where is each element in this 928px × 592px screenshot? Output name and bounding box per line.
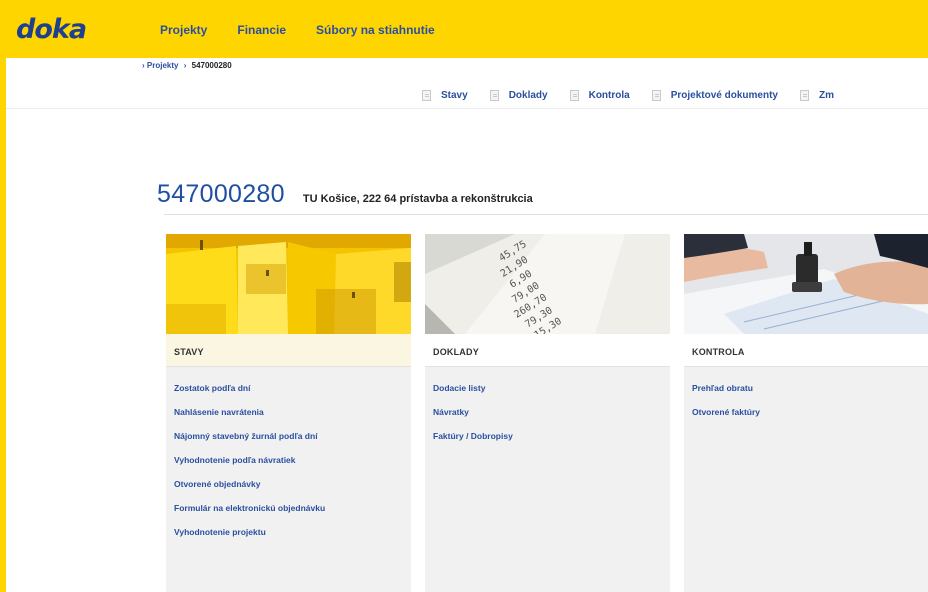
subnav-divider — [6, 108, 928, 109]
card-doklady: 45,75 21,90 6,90 79,00 260,70 79,30 15,3… — [425, 234, 670, 592]
subnav-kontrola[interactable]: Kontrola — [569, 90, 630, 101]
nav-projekty[interactable]: Projekty — [160, 23, 207, 37]
link-vyhodnotenie-projektu[interactable]: Vyhodnotenie projektu — [174, 527, 266, 537]
list-item: Zostatok podľa dní — [174, 378, 325, 402]
document-icon — [422, 90, 431, 101]
yellow-formwork-image — [166, 234, 411, 334]
breadcrumb-arrow-icon: › — [142, 61, 145, 70]
kontrola-image — [684, 234, 928, 334]
receipt-image: 45,75 21,90 6,90 79,00 260,70 79,30 15,3… — [425, 234, 670, 334]
link-faktury-dobropisy[interactable]: Faktúry / Dobropisy — [433, 431, 513, 441]
document-icon — [799, 90, 809, 101]
card-title-kontrola: KONTROLA — [684, 334, 928, 367]
project-name: TU Košice, 222 64 prístavba a rekonštruk… — [302, 193, 533, 205]
list-item: Otvorené objednávky — [174, 474, 325, 498]
list-item: Dodacie listy — [433, 378, 513, 402]
list-item: Vyhodnotenie podľa návratiek — [174, 450, 325, 474]
link-zostatok-podla-dni[interactable]: Zostatok podľa dní — [174, 383, 250, 393]
main-nav: Projekty Financie Súbory na stiahnutie — [160, 23, 465, 37]
doklady-links: Dodacie listy Návratky Faktúry / Dobropi… — [433, 378, 513, 450]
top-bar: doka Projekty Financie Súbory na stiahnu… — [6, 0, 928, 58]
link-otvorene-faktury[interactable]: Otvorené faktúry — [692, 407, 760, 417]
subnav-projektove-dokumenty[interactable]: Projektové dokumenty — [651, 90, 778, 101]
list-item: Otvorené faktúry — [692, 402, 760, 426]
list-item: Nájomný stavebný žurnál podľa dní — [174, 426, 325, 450]
subnav-label: Stavy — [441, 90, 468, 101]
card-title-doklady: DOKLADY — [425, 334, 670, 367]
breadcrumb-arrow-icon: › — [183, 61, 187, 70]
subnav-label: Zm — [818, 90, 834, 101]
list-item: Návratky — [433, 402, 513, 426]
doka-logo[interactable]: doka — [16, 14, 87, 45]
link-formular-elektronicka-objednavka[interactable]: Formulár na elektronickú objednávku — [174, 503, 325, 513]
breadcrumb: › Projekty › 547000280 — [142, 61, 232, 70]
breadcrumb-projekty[interactable]: Projekty — [147, 61, 179, 70]
subnav-label: Doklady — [508, 90, 548, 101]
stavy-image — [166, 234, 411, 334]
link-dodacie-listy[interactable]: Dodacie listy — [433, 383, 485, 393]
list-item: Vyhodnotenie projektu — [174, 522, 325, 546]
subnav-label: Kontrola — [588, 90, 630, 101]
link-navratky[interactable]: Návratky — [433, 407, 469, 417]
sub-nav: Stavy Doklady Kontrola Projektové dokume… — [422, 90, 856, 101]
doklady-image: 45,75 21,90 6,90 79,00 260,70 79,30 15,3… — [425, 234, 670, 334]
list-item: Nahlásenie navrátenia — [174, 402, 325, 426]
link-prehlad-obratu[interactable]: Prehľad obratu — [692, 383, 753, 393]
card-kontrola: KONTROLA Prehľad obratu Otvorené faktúry — [684, 234, 928, 592]
subnav-doklady[interactable]: Doklady — [489, 90, 548, 101]
stamp-hands-image — [684, 234, 928, 334]
link-nahlasenie-navratenia[interactable]: Nahlásenie navrátenia — [174, 407, 264, 417]
list-item: Prehľad obratu — [692, 378, 760, 402]
list-item: Formulár na elektronickú objednávku — [174, 498, 325, 522]
breadcrumb-current: 547000280 — [191, 61, 232, 70]
subnav-label: Projektové dokumenty — [670, 90, 778, 101]
document-icon — [569, 90, 579, 101]
list-item: Faktúry / Dobropisy — [433, 426, 513, 450]
card-title-stavy: STAVY — [166, 334, 411, 367]
heading-divider — [164, 214, 928, 215]
project-number: 547000280 — [157, 180, 285, 208]
link-otvorene-objednavky[interactable]: Otvorené objednávky — [174, 479, 260, 489]
document-icon — [651, 90, 661, 101]
link-vyhodnotenie-podla-navratiek[interactable]: Vyhodnotenie podľa návratiek — [174, 455, 296, 465]
subnav-stavy[interactable]: Stavy — [422, 90, 468, 101]
document-icon — [489, 90, 499, 101]
nav-financie[interactable]: Financie — [237, 23, 286, 37]
nav-subory-na-stiahnutie[interactable]: Súbory na stiahnutie — [316, 23, 435, 37]
kontrola-links: Prehľad obratu Otvorené faktúry — [692, 378, 760, 426]
page-frame: doka Projekty Financie Súbory na stiahnu… — [6, 0, 928, 592]
subnav-zmluvy[interactable]: Zm — [799, 90, 834, 101]
card-stavy: STAVY Zostatok podľa dní Nahlásenie navr… — [166, 234, 411, 592]
stavy-links: Zostatok podľa dní Nahlásenie navrátenia… — [174, 378, 325, 546]
page-heading: 547000280 TU Košice, 222 64 prístavba a … — [157, 180, 533, 209]
link-najomny-stavebny-zurnal[interactable]: Nájomný stavebný žurnál podľa dní — [174, 431, 318, 441]
